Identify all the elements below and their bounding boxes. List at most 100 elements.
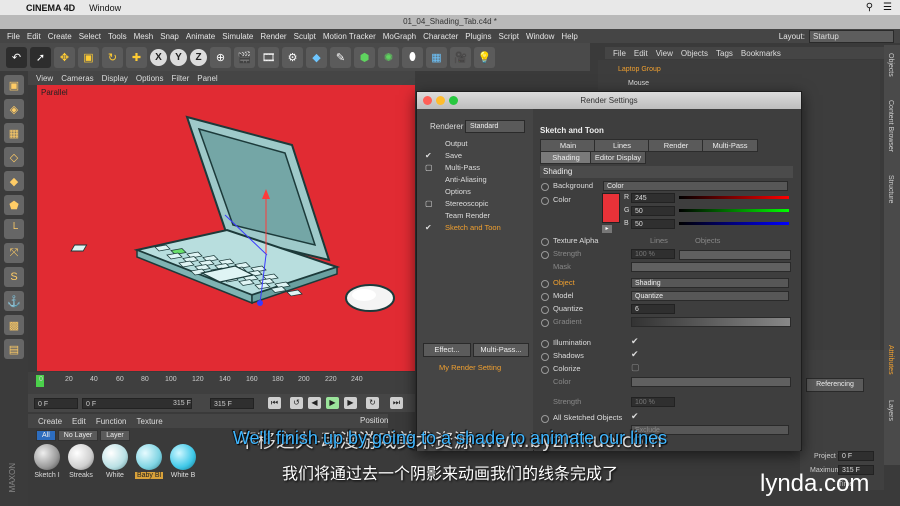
edges-mode-icon[interactable]: ◆: [4, 171, 24, 191]
subdivision-icon[interactable]: ⬢: [354, 46, 375, 68]
animate-dot[interactable]: [541, 340, 549, 348]
cloner-icon[interactable]: ✺: [378, 46, 399, 68]
animate-dot[interactable]: [541, 197, 549, 205]
model-dropdown[interactable]: Quantize: [631, 291, 789, 301]
viewport-menu-item[interactable]: Options: [136, 74, 164, 83]
list-item[interactable]: Options: [423, 186, 527, 198]
menu-item[interactable]: Help: [561, 32, 577, 41]
menu-item[interactable]: Sculpt: [294, 32, 316, 41]
next-key-icon[interactable]: ↻: [366, 397, 379, 409]
snap-icon[interactable]: S: [4, 267, 24, 287]
expand-icon[interactable]: ▸: [602, 225, 612, 233]
renderer-dropdown[interactable]: Standard: [465, 120, 525, 133]
animate-dot[interactable]: [541, 293, 549, 301]
object-menu-item[interactable]: View: [656, 49, 673, 58]
channel-g-field[interactable]: 50: [631, 206, 675, 216]
channel-g-slider[interactable]: [679, 209, 789, 212]
viewport-menu-item[interactable]: Display: [102, 74, 128, 83]
prev-frame-icon[interactable]: ◀: [308, 397, 321, 409]
viewport-menu-item[interactable]: Cameras: [61, 74, 93, 83]
menu-item[interactable]: Tools: [108, 32, 127, 41]
menu-item[interactable]: Simulate: [222, 32, 253, 41]
coordinate-icon[interactable]: ⊕: [210, 46, 231, 68]
tweak-icon[interactable]: ⤧: [4, 243, 24, 263]
camera-icon[interactable]: 🎥: [450, 46, 471, 68]
axis-icon[interactable]: └: [4, 219, 24, 239]
menu-item[interactable]: Edit: [27, 32, 41, 41]
viewport-menu-item[interactable]: View: [36, 74, 53, 83]
menu-item[interactable]: Window: [526, 32, 554, 41]
animate-dot[interactable]: [541, 306, 549, 314]
checkbox[interactable]: ▢: [425, 198, 433, 210]
list-item-selected[interactable]: ✔ Sketch and Toon: [423, 222, 527, 234]
texture-mode-icon[interactable]: ▦: [4, 123, 24, 143]
subtab-editor-display[interactable]: Editor Display: [590, 151, 646, 164]
layout-dropdown[interactable]: Startup: [809, 29, 894, 43]
animate-dot[interactable]: [541, 353, 549, 361]
side-tab[interactable]: Layers: [887, 400, 894, 421]
material-menu-item[interactable]: Function: [96, 417, 127, 426]
make-editable-icon[interactable]: ▣: [4, 75, 24, 95]
start-frame-field[interactable]: 0 F: [34, 398, 78, 409]
move-icon[interactable]: ✥: [54, 46, 75, 68]
z-axis-icon[interactable]: Z: [190, 48, 207, 66]
illumination-checkbox[interactable]: ✔: [631, 336, 639, 347]
menu-item[interactable]: Script: [498, 32, 518, 41]
zoom-icon[interactable]: [449, 96, 458, 105]
render-view-icon[interactable]: 🎬: [234, 46, 255, 68]
menu-window[interactable]: Window: [89, 3, 121, 13]
effect-button[interactable]: Effect...: [423, 343, 471, 357]
render-picture-icon[interactable]: 🎞: [258, 46, 279, 68]
menu-item[interactable]: Mesh: [134, 32, 154, 41]
object-menu-item[interactable]: Bookmarks: [741, 49, 781, 58]
list-item[interactable]: ✔ Save: [423, 150, 527, 162]
x-axis-icon[interactable]: X: [150, 48, 167, 66]
list-item[interactable]: Team Render: [423, 210, 527, 222]
menu-item[interactable]: File: [7, 32, 20, 41]
color2-gradient[interactable]: [631, 377, 791, 387]
material-menu-item[interactable]: Create: [38, 417, 62, 426]
minimize-icon[interactable]: [436, 96, 445, 105]
object-menu-item[interactable]: Tags: [716, 49, 733, 58]
scale-icon[interactable]: ▣: [78, 46, 99, 68]
channel-b-slider[interactable]: [679, 222, 789, 225]
list-item[interactable]: ▢ Stereoscopic: [423, 198, 527, 210]
workplane-icon[interactable]: ⚓: [4, 291, 24, 311]
select-icon[interactable]: ➚: [30, 46, 51, 68]
list-icon[interactable]: ☰: [883, 2, 892, 13]
tab-multipass[interactable]: Multi-Pass: [702, 139, 758, 152]
object-menu-item[interactable]: Objects: [681, 49, 708, 58]
channel-r-field[interactable]: 245: [631, 193, 675, 203]
channel-r-slider[interactable]: [679, 196, 789, 199]
y-axis-icon[interactable]: Y: [170, 48, 187, 66]
referencing-button[interactable]: Referencing: [806, 378, 864, 392]
menu-item[interactable]: Render: [260, 32, 286, 41]
side-tab[interactable]: Attributes: [887, 345, 894, 375]
viewport-menu-item[interactable]: Filter: [171, 74, 189, 83]
color-swatch[interactable]: [602, 193, 620, 223]
list-item[interactable]: ▢ Multi-Pass: [423, 162, 527, 174]
timeline[interactable]: 0 20 40 60 80 100 120 140 160 180 200 22…: [28, 372, 415, 394]
animate-dot[interactable]: [541, 415, 549, 423]
menu-item[interactable]: Animate: [186, 32, 215, 41]
subtab-shading[interactable]: Shading: [540, 151, 592, 164]
list-item[interactable]: Anti-Aliasing: [423, 174, 527, 186]
list-item[interactable]: Output: [423, 138, 527, 150]
object-menu-item[interactable]: File: [613, 49, 626, 58]
shadows-checkbox[interactable]: ✔: [631, 349, 639, 360]
grid-icon[interactable]: ▤: [4, 339, 24, 359]
animate-dot[interactable]: [541, 251, 549, 259]
menu-item[interactable]: Plugins: [465, 32, 491, 41]
animate-dot[interactable]: [541, 280, 549, 288]
strength-field[interactable]: 100 %: [631, 249, 675, 259]
deformer-icon[interactable]: ⬮: [402, 46, 423, 68]
mask-field[interactable]: [631, 262, 791, 272]
menu-item[interactable]: Motion Tracker: [323, 32, 376, 41]
light-icon[interactable]: 💡: [474, 46, 495, 68]
end-frame-field[interactable]: 315 F: [210, 398, 254, 409]
viewport[interactable]: Parallel: [37, 85, 415, 371]
background-dropdown[interactable]: Color: [603, 181, 788, 191]
tab-render[interactable]: Render: [648, 139, 704, 152]
my-render-setting[interactable]: My Render Setting: [439, 363, 501, 372]
animate-dot[interactable]: [541, 183, 549, 191]
